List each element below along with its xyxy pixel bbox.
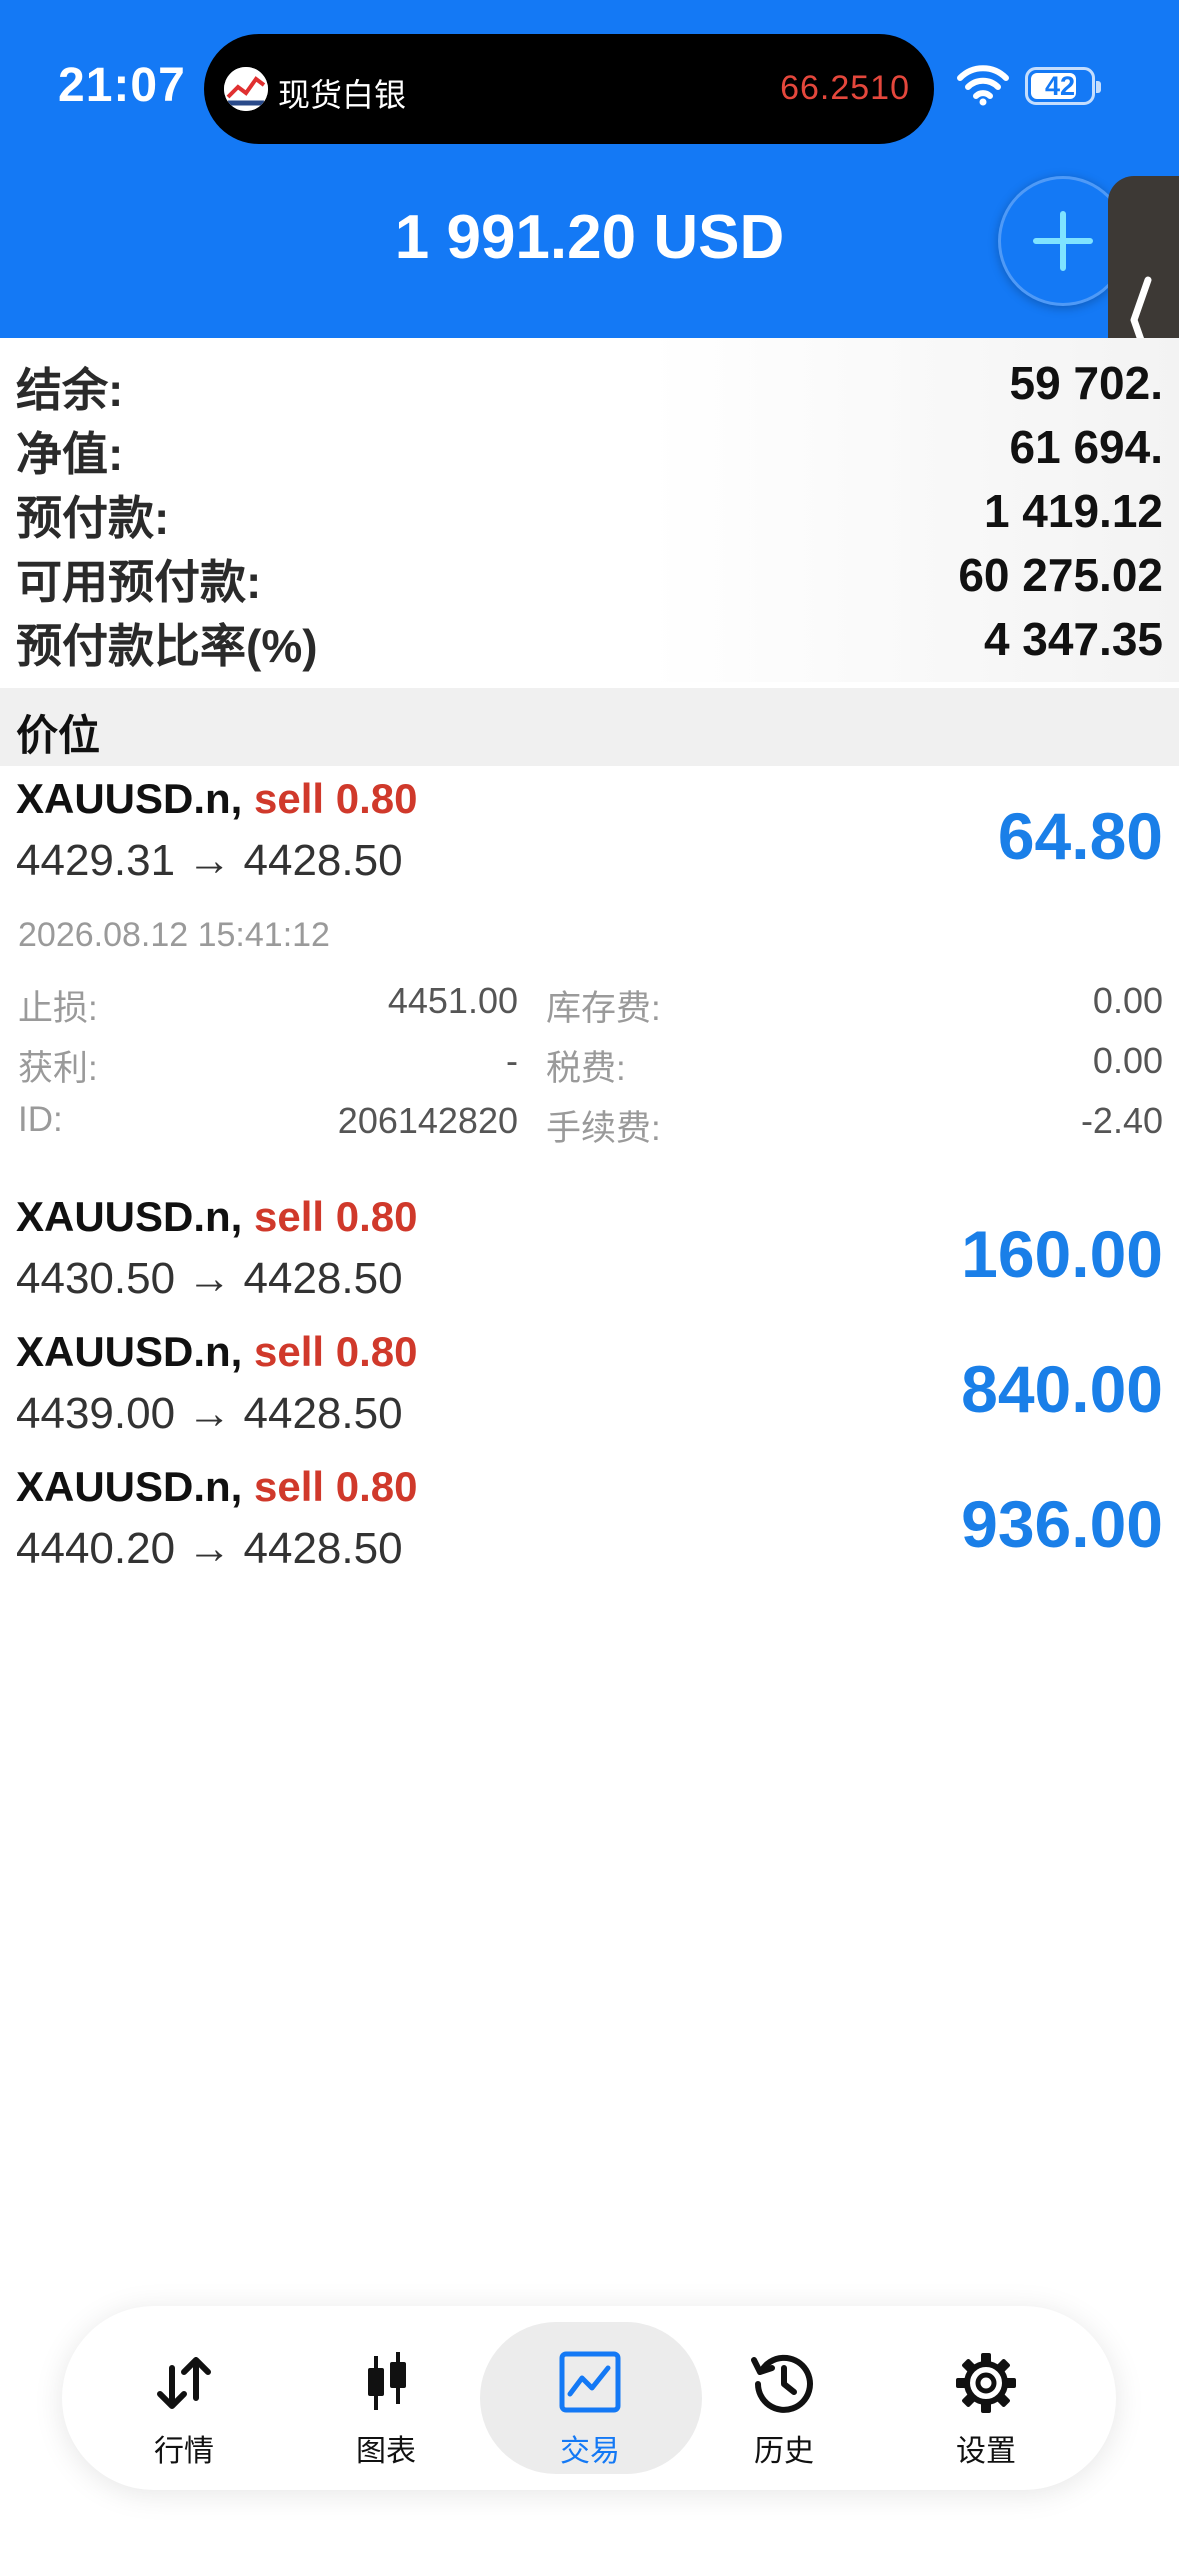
commission-label: 手续费: bbox=[546, 1109, 661, 1148]
section-title: 价位 bbox=[16, 712, 101, 759]
commission-value: -2.40 bbox=[1080, 1100, 1163, 1141]
position-profit: 64.80 bbox=[997, 799, 1163, 873]
trade-chart-icon bbox=[559, 2351, 621, 2413]
position-prices: 4430.50 → 4428.50 bbox=[16, 1254, 403, 1303]
summary-label: 净值: bbox=[16, 428, 124, 480]
position-row[interactable]: XAUUSD.n, sell 0.80 4439.00 → 4428.50 84… bbox=[0, 1325, 1179, 1455]
summary-value: 59 702. bbox=[1009, 357, 1163, 409]
position-row[interactable]: XAUUSD.n, sell 0.80 4440.20 → 4428.50 93… bbox=[0, 1460, 1179, 1590]
symbol-name: XAUUSD.n, bbox=[16, 775, 243, 822]
battery-indicator: 42 bbox=[1025, 67, 1101, 105]
summary-value: 4 347.35 bbox=[983, 613, 1163, 665]
stop-loss-value: 4451.00 bbox=[387, 980, 518, 1021]
positions-section-header: 价位 bbox=[0, 688, 1179, 766]
position-symbol: XAUUSD.n, sell 0.80 bbox=[16, 1328, 418, 1376]
position-prices: 4429.31 → 4428.50 bbox=[16, 836, 403, 885]
symbol-name: XAUUSD.n, bbox=[16, 1193, 243, 1240]
account-summary: 结余: 59 702. 净值: 61 694. 预付款: 1 419.12 可用… bbox=[0, 338, 1179, 682]
tax-value: 0.00 bbox=[1092, 1040, 1163, 1081]
quotes-arrows-icon bbox=[157, 2357, 211, 2409]
position-detail: 2026.08.12 15:41:12 止损: 4451.00 库存费: 0.0… bbox=[0, 896, 1179, 1156]
id-value: 206142820 bbox=[337, 1100, 518, 1141]
summary-value: 1 419.12 bbox=[983, 485, 1163, 537]
tab-history[interactable]: 历史 bbox=[684, 2306, 884, 2490]
tab-quotes[interactable]: 行情 bbox=[84, 2306, 284, 2490]
tab-trade[interactable]: 交易 bbox=[490, 2306, 690, 2490]
island-app-name: 现货白银 bbox=[278, 77, 407, 113]
position-profit: 160.00 bbox=[961, 1217, 1163, 1291]
tab-label: 交易 bbox=[560, 2435, 620, 2468]
summary-label: 结余: bbox=[16, 364, 124, 416]
position-symbol: XAUUSD.n, sell 0.80 bbox=[16, 775, 418, 823]
summary-row-equity: 净值: 61 694. bbox=[0, 412, 1179, 480]
status-time: 21:07 bbox=[58, 59, 186, 112]
position-prices: 4440.20 → 4428.50 bbox=[16, 1524, 403, 1573]
summary-value: 61 694. bbox=[1009, 421, 1163, 473]
tab-label: 图表 bbox=[356, 2435, 416, 2468]
summary-row-free-margin: 可用预付款: 60 275.02 bbox=[0, 540, 1179, 608]
position-row[interactable]: XAUUSD.n, sell 0.80 4430.50 → 4428.50 16… bbox=[0, 1190, 1179, 1320]
symbol-name: XAUUSD.n, bbox=[16, 1463, 243, 1510]
tab-settings[interactable]: 设置 bbox=[886, 2306, 1086, 2490]
summary-label: 预付款比率(%) bbox=[16, 620, 318, 672]
gear-icon bbox=[956, 2353, 1016, 2413]
take-profit-value: - bbox=[506, 1040, 518, 1081]
dynamic-island[interactable]: 现货白银 66.2510 bbox=[204, 34, 934, 144]
silver-app-logo-icon bbox=[224, 67, 268, 111]
summary-row-balance: 结余: 59 702. bbox=[0, 348, 1179, 416]
position-prices: 4439.00 → 4428.50 bbox=[16, 1389, 403, 1438]
open-time: 2026.08.12 15:41:12 bbox=[18, 916, 330, 954]
position-side: sell 0.80 bbox=[254, 1193, 418, 1240]
tab-label: 行情 bbox=[154, 2435, 214, 2468]
position-side: sell 0.80 bbox=[254, 775, 418, 822]
summary-row-margin: 预付款: 1 419.12 bbox=[0, 476, 1179, 544]
tab-label: 历史 bbox=[754, 2435, 814, 2468]
summary-row-margin-level: 预付款比率(%) 4 347.35 bbox=[0, 604, 1179, 672]
history-clock-icon bbox=[751, 2354, 813, 2413]
summary-value: 60 275.02 bbox=[958, 549, 1163, 601]
position-profit: 936.00 bbox=[961, 1487, 1163, 1561]
summary-label: 可用预付款: bbox=[16, 556, 262, 608]
summary-label: 预付款: bbox=[16, 492, 170, 544]
wifi-icon bbox=[956, 64, 1010, 111]
tax-label: 税费: bbox=[546, 1049, 626, 1088]
top-header: 21:07 现货白银 66.2510 42 1 991.20 USD bbox=[0, 0, 1179, 464]
island-price: 66.2510 bbox=[780, 69, 910, 107]
candlestick-icon bbox=[368, 2352, 406, 2410]
stop-loss-label: 止损: bbox=[18, 989, 98, 1028]
take-profit-label: 获利: bbox=[18, 1049, 98, 1088]
position-symbol: XAUUSD.n, sell 0.80 bbox=[16, 1463, 418, 1511]
position-profit: 840.00 bbox=[961, 1352, 1163, 1426]
position-side: sell 0.80 bbox=[254, 1463, 418, 1510]
symbol-name: XAUUSD.n, bbox=[16, 1328, 243, 1375]
swap-label: 库存费: bbox=[546, 989, 661, 1028]
swap-value: 0.00 bbox=[1092, 980, 1163, 1021]
position-row[interactable]: XAUUSD.n, sell 0.80 4429.31 → 4428.50 64… bbox=[0, 770, 1179, 896]
position-symbol: XAUUSD.n, sell 0.80 bbox=[16, 1193, 418, 1241]
position-side: sell 0.80 bbox=[254, 1328, 418, 1375]
id-label: ID: bbox=[18, 1100, 63, 1139]
battery-level: 42 bbox=[1044, 71, 1076, 101]
tab-label: 设置 bbox=[956, 2435, 1016, 2468]
tab-chart[interactable]: 图表 bbox=[286, 2306, 486, 2490]
bottom-tab-bar: 行情 图表 交易 历史 设置 bbox=[62, 2306, 1116, 2490]
